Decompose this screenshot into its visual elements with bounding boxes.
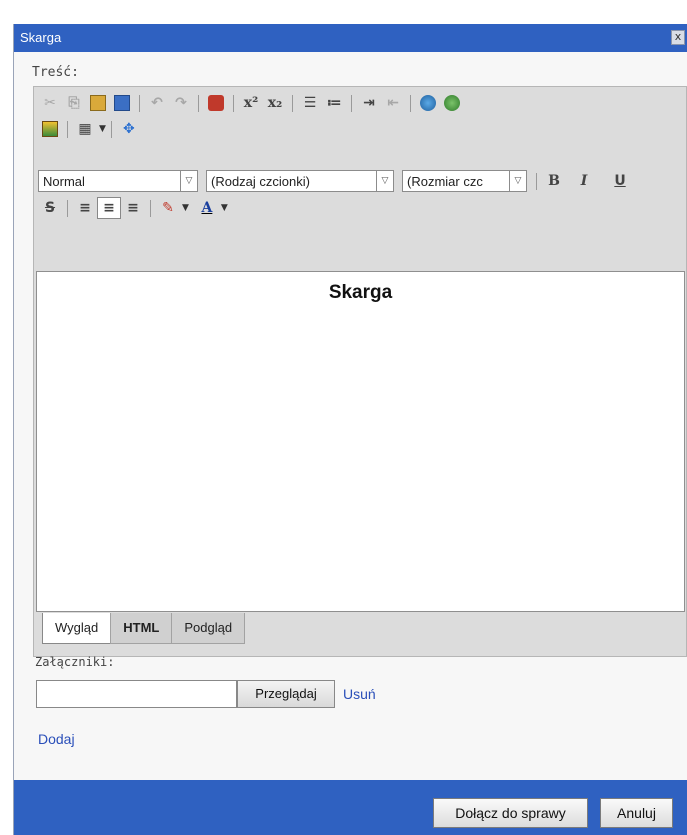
toolbar-separator <box>351 94 352 112</box>
editor-content-area[interactable]: Skarga <box>36 271 685 612</box>
toolbar-row-1: ✂ ⎘ ↶ ↷ x² x₂ ☰ ≔ ⇥ ⇤ <box>38 91 464 115</box>
toolbar-separator <box>139 94 140 112</box>
toolbar-row-4: S ≡ ≡ ≡ ✎ ▼ A ▼ <box>38 196 228 220</box>
remove-link-icon[interactable] <box>440 92 464 114</box>
unordered-list-icon[interactable]: ≔ <box>322 92 346 114</box>
toolbar-row-2: ▦ ▼ ✥ <box>38 117 141 141</box>
font-select-value: (Rodzaj czcionki) <box>211 174 310 189</box>
toolbar-separator <box>536 172 537 190</box>
toolbar-separator <box>410 94 411 112</box>
toolbar-separator <box>67 199 68 217</box>
toolbar-separator <box>292 94 293 112</box>
close-icon[interactable]: x <box>671 30 685 45</box>
chevron-down-icon[interactable]: ▽ <box>180 171 197 191</box>
insert-image-icon[interactable] <box>38 118 62 140</box>
underline-icon[interactable]: U <box>602 170 638 192</box>
attach-to-case-button[interactable]: Dołącz do sprawy <box>433 798 588 828</box>
italic-icon[interactable]: I <box>566 170 602 192</box>
font-color-icon[interactable]: A <box>195 197 219 219</box>
file-path-input[interactable] <box>36 680 237 708</box>
size-select-value: (Rozmiar czc <box>407 174 483 189</box>
cancel-button[interactable]: Anuluj <box>600 798 673 828</box>
toolbar-separator <box>150 199 151 217</box>
align-right-icon[interactable]: ≡ <box>121 197 145 219</box>
strikethrough-icon[interactable]: S <box>38 197 62 219</box>
bold-icon[interactable]: B <box>542 170 566 192</box>
chevron-down-icon[interactable]: ▼ <box>182 203 189 213</box>
toolbar-row-3: Normal ▽ (Rodzaj czcionki) ▽ (Rozmiar cz… <box>38 169 638 193</box>
insert-link-icon[interactable] <box>416 92 440 114</box>
toolbar-separator <box>198 94 199 112</box>
cut-icon[interactable]: ✂ <box>38 92 62 114</box>
tab-html[interactable]: HTML <box>110 613 173 644</box>
tab-preview[interactable]: Podgląd <box>171 613 246 644</box>
chevron-down-icon[interactable]: ▼ <box>221 203 228 213</box>
tab-design[interactable]: Wygląd <box>42 613 112 644</box>
format-select[interactable]: Normal ▽ <box>38 170 198 192</box>
dialog-footer: Dołącz do sprawy Anuluj <box>14 780 687 835</box>
dialog-title: Skarga <box>20 30 62 45</box>
redo-icon[interactable]: ↷ <box>169 92 193 114</box>
content-label: Treść: <box>32 65 79 80</box>
insert-table-icon[interactable]: ▦ <box>73 118 97 140</box>
chevron-down-icon[interactable]: ▽ <box>376 171 393 191</box>
align-center-icon[interactable]: ≡ <box>97 197 121 219</box>
highlight-color-icon[interactable]: ✎ <box>156 197 180 219</box>
paste-icon[interactable] <box>86 92 110 114</box>
undo-icon[interactable]: ↶ <box>145 92 169 114</box>
browse-button[interactable]: Przeglądaj <box>237 680 335 708</box>
format-select-value: Normal <box>43 174 85 189</box>
toolbar-separator <box>233 94 234 112</box>
indent-icon[interactable]: ⇥ <box>357 92 381 114</box>
subscript-icon[interactable]: x₂ <box>263 92 287 114</box>
title-bar: Skarga x <box>14 24 687 52</box>
chevron-down-icon[interactable]: ▽ <box>509 171 526 191</box>
superscript-icon[interactable]: x² <box>239 92 263 114</box>
ordered-list-icon[interactable]: ☰ <box>298 92 322 114</box>
chevron-down-icon[interactable]: ▼ <box>99 124 106 134</box>
resize-icon[interactable]: ✥ <box>117 118 141 140</box>
spell-check-icon[interactable] <box>204 92 228 114</box>
toolbar-separator <box>67 120 68 138</box>
align-left-icon[interactable]: ≡ <box>73 197 97 219</box>
remove-attachment-link[interactable]: Usuń <box>343 686 376 702</box>
size-select[interactable]: (Rozmiar czc ▽ <box>402 170 527 192</box>
editor-mode-tabs: Wygląd HTML Podgląd <box>42 613 246 644</box>
complaint-dialog: Skarga x Treść: ✂ ⎘ ↶ ↷ x² x₂ ☰ ≔ ⇥ ⇤ ▦ … <box>13 24 687 835</box>
paste-from-word-icon[interactable] <box>110 92 134 114</box>
outdent-icon[interactable]: ⇤ <box>381 92 405 114</box>
rich-text-editor: ✂ ⎘ ↶ ↷ x² x₂ ☰ ≔ ⇥ ⇤ ▦ ▼ ✥ Normal ▽ (Ro… <box>33 86 687 657</box>
font-select[interactable]: (Rodzaj czcionki) ▽ <box>206 170 394 192</box>
document-heading: Skarga <box>328 282 393 303</box>
attachments-label: Załączniki: <box>35 655 115 669</box>
toolbar-separator <box>110 120 112 138</box>
copy-icon[interactable]: ⎘ <box>62 92 86 114</box>
add-attachment-link[interactable]: Dodaj <box>38 731 75 747</box>
